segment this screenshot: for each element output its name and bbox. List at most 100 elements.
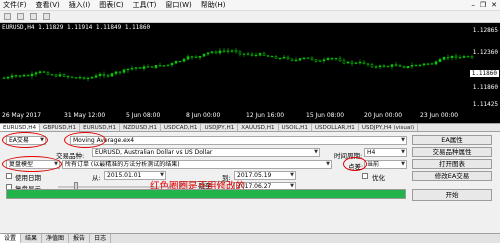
price-label: 1.12360 [472, 49, 498, 56]
menu-window[interactable]: 窗口(W) [165, 0, 191, 10]
candle-body [82, 77, 86, 79]
expert-properties-button[interactable]: EA属性 [412, 135, 492, 145]
tab-settings[interactable]: 设置 [0, 234, 22, 243]
date-label: 5 Jun 08:00 [126, 112, 161, 119]
model-description-value: 所有订单 (以最精准的方法分析测试的结果) [65, 161, 180, 168]
candle-body [154, 65, 158, 68]
price-chart[interactable]: EURUSD,H4 1.11829 1.11914 1.11849 1.1186… [0, 23, 500, 123]
toolbar-new-chart-icon[interactable] [4, 13, 11, 20]
candle-body [470, 56, 474, 59]
candle-body [406, 66, 410, 68]
candle-body [182, 58, 186, 62]
candle-body [458, 57, 462, 59]
symbol-label: 交易品种: [56, 152, 85, 160]
menu-tools[interactable]: 工具(T) [133, 0, 157, 10]
tab-report[interactable]: 报告 [69, 234, 91, 243]
candle-body [338, 58, 342, 62]
candle-body [94, 75, 98, 78]
minimize-icon[interactable]: – [471, 1, 475, 9]
modify-expert-button[interactable]: 修改EA交易 [412, 171, 492, 181]
candle-body [290, 58, 294, 61]
chart-tab[interactable]: USDJPY,H1 [201, 124, 239, 131]
toolbar-zoom-out-icon[interactable] [30, 13, 37, 20]
candle-body [322, 59, 326, 62]
model-description-select[interactable]: 所有订单 (以最精准的方法分析测试的结果) ▼ [62, 160, 332, 169]
annotation-circle [2, 156, 62, 172]
open-chart-button[interactable]: 打开图表 [412, 159, 492, 169]
menu-charts[interactable]: 图表(C) [99, 0, 123, 10]
candle-body [162, 65, 166, 67]
chevron-down-icon: ▼ [401, 161, 405, 167]
restore-icon[interactable]: ❐ [480, 1, 486, 9]
candle-body [10, 75, 14, 78]
tab-results[interactable]: 结果 [21, 234, 43, 243]
chart-symbol-info: EURUSD,H4 1.11829 1.11914 1.11849 1.1186… [2, 24, 151, 31]
ea-file-select[interactable]: Moving Average.ex4 ▼ [70, 136, 407, 145]
candle-body [282, 56, 286, 59]
candle-body [126, 68, 130, 71]
toolbar-grid-icon[interactable] [43, 13, 50, 20]
tab-graph[interactable]: 净值图 [42, 234, 70, 243]
candle-body [418, 64, 422, 66]
candle-body [66, 76, 70, 78]
candle-body [334, 58, 338, 60]
chart-tab[interactable]: NZDUSD,H1 [120, 124, 161, 131]
candle-body [190, 56, 194, 58]
candle-body [254, 54, 258, 56]
chart-tab[interactable]: EURUSD,H1 [80, 124, 121, 131]
from-label: 从: [92, 174, 101, 182]
optimization-checkbox[interactable] [362, 173, 368, 179]
candle-body [242, 53, 246, 55]
candle-body [78, 77, 82, 79]
candle-body [186, 56, 190, 60]
start-button[interactable]: 开始 [412, 189, 492, 201]
chevron-down-icon: ▼ [401, 137, 405, 143]
menu-view[interactable]: 查看(V) [36, 0, 60, 10]
chevron-down-icon: ▼ [401, 149, 405, 155]
candle-body [434, 61, 438, 65]
tab-journal[interactable]: 日志 [90, 234, 112, 243]
candle-body [246, 53, 250, 55]
candle-body [262, 53, 266, 56]
spread-select[interactable]: 当前 ▼ [364, 160, 407, 169]
candle-body [330, 58, 334, 60]
chart-tab[interactable]: USDCAD,H1 [161, 124, 202, 131]
annotation-circle [343, 157, 367, 171]
candle-body [274, 56, 278, 59]
candle-body [142, 66, 146, 69]
candle-body [178, 60, 182, 63]
symbol-properties-button[interactable]: 交易品种属性 [412, 147, 492, 157]
date-label: 23 Jun 00:00 [420, 112, 459, 119]
period-select[interactable]: H4 ▼ [364, 148, 407, 157]
close-icon[interactable]: ✕ [491, 1, 497, 9]
symbol-select[interactable]: EURUSD, Australian Dollar vs US Dollar ▼ [92, 148, 320, 157]
candle-body [426, 63, 430, 65]
candle-body [226, 50, 230, 52]
candle-body [342, 60, 346, 64]
candle-body [58, 74, 62, 77]
chart-tab[interactable]: USDJPY,H4 (visual) [359, 124, 419, 131]
use-date-checkbox[interactable] [6, 173, 12, 179]
candle-body [310, 57, 314, 60]
chart-tab[interactable]: USOIL,H1 [279, 124, 312, 131]
candle-body [114, 71, 118, 74]
candle-body [382, 65, 386, 67]
candle-body [198, 55, 202, 58]
test-progress-bar [6, 189, 406, 199]
tester-bottom-tabs: 设置 结果 净值图 报告 日志 [0, 233, 500, 243]
menu-insert[interactable]: 插入(I) [69, 0, 91, 10]
candle-body [194, 56, 198, 58]
candle-body [306, 57, 310, 59]
candle-body [454, 55, 458, 58]
candle-body [98, 74, 102, 76]
candle-body [170, 63, 174, 66]
chart-tab[interactable]: USDOLLAR,H1 [312, 124, 359, 131]
chart-tab[interactable]: XAUUSD,H1 [238, 124, 279, 131]
toolbar-zoom-in-icon[interactable] [17, 13, 24, 20]
mt4-window: 文件(F) 查看(V) 插入(I) 图表(C) 工具(T) 窗口(W) 帮助(H… [0, 0, 500, 243]
chart-tab[interactable]: GBPUSD,H1 [40, 124, 81, 131]
candle-body [34, 72, 38, 75]
menu-file[interactable]: 文件(F) [3, 0, 27, 10]
chart-tab[interactable]: EURUSD,H4 [0, 124, 41, 131]
menu-help[interactable]: 帮助(H) [201, 0, 226, 10]
